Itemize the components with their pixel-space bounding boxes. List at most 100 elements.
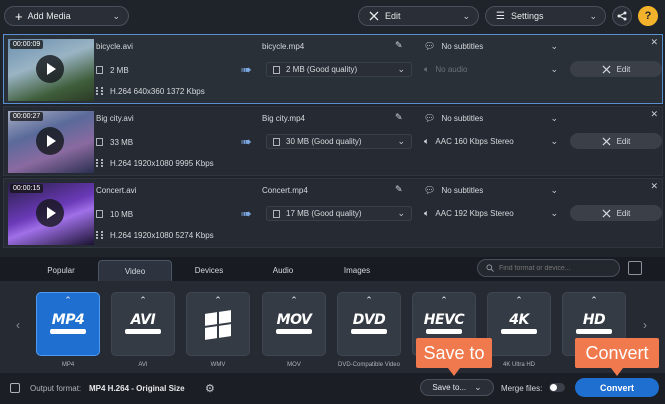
tab-audio[interactable]: Audio [246, 260, 320, 281]
chevron-right-icon[interactable]: › [643, 318, 647, 332]
format-tile-dvd-compatible-video[interactable]: ⌃ DVD [337, 292, 401, 356]
format-logo-bar [50, 329, 86, 334]
subtitles-value: No subtitles [441, 186, 484, 195]
close-icon[interactable]: ✕ [650, 181, 658, 192]
source-file-size: 33 MB [110, 138, 134, 147]
rename-pencil-icon[interactable]: ✎ [395, 40, 403, 51]
source-video-info: H.264 640x360 1372 Kbps [110, 87, 205, 96]
chevron-down-icon: ⌄ [397, 64, 405, 74]
format-tile-mp4[interactable]: ⌃ MP4 [36, 292, 100, 356]
app-window: + Add Media ⌄ Edit ⌄ ☰ Settings ⌄ ? 00:0… [0, 0, 665, 404]
output-file-icon [273, 65, 280, 74]
output-size-dropdown[interactable]: 30 MB (Good quality) ⌄ [266, 134, 412, 149]
scissors-icon [602, 208, 611, 218]
settings-icon: ☰ [496, 10, 505, 22]
format-search[interactable] [477, 259, 620, 277]
file-row[interactable]: 00:00:27 Big city.avi 33 MB H.264 1920x1… [3, 106, 663, 176]
speaker-icon: 🔈︎ [424, 136, 430, 146]
format-tile-wmv[interactable]: ⌃ [186, 292, 250, 356]
format-logo-bar [426, 329, 462, 334]
format-tile-avi[interactable]: ⌃ AVI [111, 292, 175, 356]
subtitles-icon: 💬︎ [424, 113, 436, 123]
settings-label: Settings [510, 11, 544, 21]
play-icon[interactable] [36, 55, 64, 83]
format-logo: AVI [130, 312, 156, 328]
edit-menu-button[interactable]: Edit ⌄ [358, 6, 479, 26]
chevron-down-icon: ⌄ [550, 41, 558, 51]
output-size-value: 17 MB (Good quality) [286, 209, 362, 218]
output-size-dropdown[interactable]: 17 MB (Good quality) ⌄ [266, 206, 412, 221]
gear-icon[interactable]: ⚙ [205, 382, 215, 395]
source-file-name: bicycle.avi [96, 42, 133, 51]
source-video-info: H.264 1920x1080 9995 Kbps [110, 159, 214, 168]
chevron-up-icon: ⌃ [139, 295, 147, 305]
plus-icon: + [15, 8, 23, 24]
chevron-up-icon: ⌃ [290, 295, 298, 305]
chevron-down-icon: ⌄ [550, 136, 558, 146]
device-detect-button[interactable] [628, 261, 642, 275]
output-size-dropdown[interactable]: 2 MB (Good quality) ⌄ [266, 62, 412, 77]
close-icon[interactable]: ✕ [650, 109, 658, 120]
source-video-info: H.264 1920x1080 5274 Kbps [110, 231, 214, 240]
tab-devices[interactable]: Devices [172, 260, 246, 281]
source-file-name: Big city.avi [96, 114, 134, 123]
add-media-button[interactable]: + Add Media ⌄ [4, 6, 129, 26]
format-logo: MOV [276, 312, 312, 328]
chevron-left-icon[interactable]: ‹ [16, 318, 20, 332]
audio-dropdown[interactable]: 🔈︎ No audio ⌄ [418, 62, 564, 77]
chevron-up-icon: ⌃ [365, 295, 373, 305]
output-format-value: MP4 H.264 - Original Size [89, 384, 185, 393]
tab-popular[interactable]: Popular [24, 260, 98, 281]
audio-value: No audio [435, 65, 468, 74]
chevron-up-icon: ⌃ [440, 295, 448, 305]
edit-file-button[interactable]: Edit [570, 61, 662, 77]
video-info-icon [96, 159, 103, 167]
output-format-icon [10, 383, 20, 393]
format-logo: DVD [352, 312, 386, 328]
rename-pencil-icon[interactable]: ✎ [395, 184, 403, 195]
convert-label: Convert [599, 382, 634, 393]
settings-menu-button[interactable]: ☰ Settings ⌄ [485, 6, 606, 26]
video-thumbnail[interactable]: 00:00:27 [8, 111, 94, 173]
tab-images[interactable]: Images [320, 260, 394, 281]
format-tile-4k-ultra-hd[interactable]: ⌃ 4K [487, 292, 551, 356]
rename-pencil-icon[interactable]: ✎ [395, 112, 403, 123]
format-label: WMV [210, 362, 226, 368]
close-icon[interactable]: ✕ [650, 37, 658, 48]
search-icon [486, 264, 494, 272]
save-to-button[interactable]: Save to... ⌄ [420, 379, 494, 396]
convert-button[interactable]: Convert [575, 378, 659, 397]
source-file-size: 2 MB [110, 66, 129, 75]
audio-dropdown[interactable]: 🔈︎ AAC 192 Kbps Stereo ⌄ [418, 206, 564, 221]
format-search-input[interactable] [499, 264, 614, 272]
chevron-down-icon: ⌄ [397, 136, 405, 146]
share-icon [617, 11, 627, 21]
play-icon[interactable] [36, 199, 64, 227]
video-thumbnail[interactable]: 00:00:09 [8, 39, 94, 101]
help-button[interactable]: ? [638, 6, 658, 26]
file-row[interactable]: 00:00:09 bicycle.avi 2 MB H.264 640x360 … [3, 34, 663, 104]
subtitles-dropdown[interactable]: 💬︎ No subtitles ⌄ [418, 39, 564, 54]
output-format-label: Output format: [30, 384, 82, 393]
play-icon[interactable] [36, 127, 64, 155]
format-logo-bar [351, 329, 387, 334]
convert-arrow-icon: ➠ [241, 206, 252, 221]
merge-files-label: Merge files: [501, 384, 543, 393]
merge-files-toggle[interactable] [549, 383, 565, 392]
edit-file-button[interactable]: Edit [570, 205, 662, 221]
speaker-icon: 🔈︎ [424, 208, 430, 218]
format-tile-mov[interactable]: ⌃ MOV [262, 292, 326, 356]
audio-dropdown[interactable]: 🔈︎ AAC 160 Kbps Stereo ⌄ [418, 134, 564, 149]
timecode-badge: 00:00:15 [10, 184, 44, 193]
scissors-icon [602, 64, 611, 74]
video-thumbnail[interactable]: 00:00:15 [8, 183, 94, 245]
subtitles-dropdown[interactable]: 💬︎ No subtitles ⌄ [418, 111, 564, 126]
file-row[interactable]: 00:00:15 Concert.avi 10 MB H.264 1920x10… [3, 178, 663, 248]
source-file-name: Concert.avi [96, 186, 137, 195]
edit-file-button[interactable]: Edit [570, 133, 662, 149]
subtitles-dropdown[interactable]: 💬︎ No subtitles ⌄ [418, 183, 564, 198]
tab-video[interactable]: Video [98, 260, 172, 281]
scissors-icon [369, 11, 379, 21]
share-button[interactable] [612, 6, 632, 26]
chevron-down-icon: ⌄ [550, 64, 558, 74]
